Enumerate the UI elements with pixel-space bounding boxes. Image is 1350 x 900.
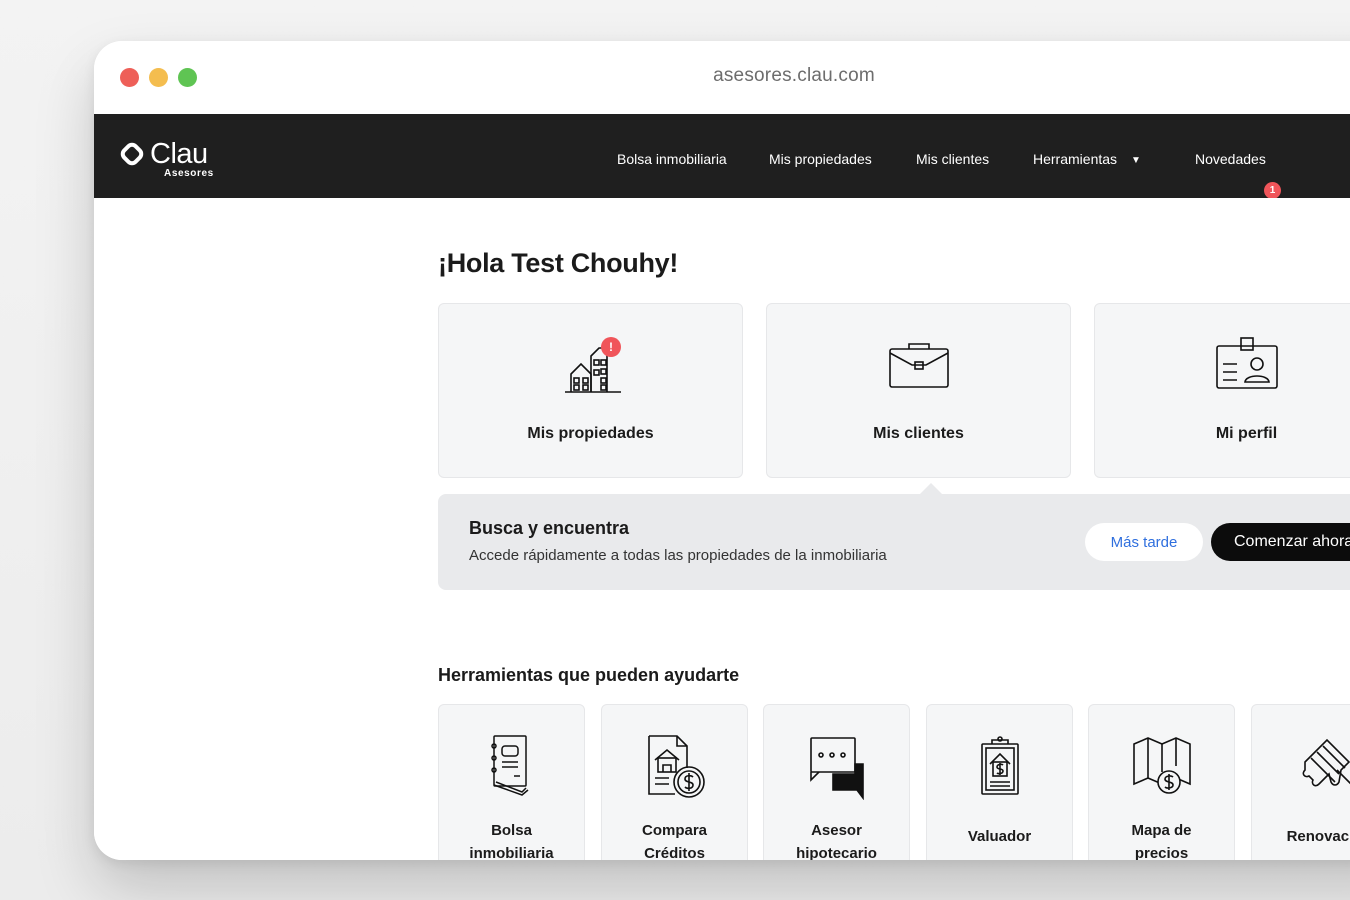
maximize-window-button[interactable] [178, 68, 197, 87]
banner-pointer [920, 483, 942, 494]
tool-label: inmobiliaria [469, 845, 554, 860]
card-label: Mis propiedades [527, 425, 654, 442]
tool-label: Mapa de [1131, 822, 1192, 839]
browser-window: asesores.clau.com Clau Asesores Bolsa in… [94, 41, 1350, 860]
card-mis-clientes[interactable]: Mis clientes [766, 303, 1071, 478]
credit-compare-icon [647, 735, 705, 798]
tool-renovacion[interactable]: Renovacio [1251, 704, 1350, 860]
novedades-badge: 1 [1264, 182, 1281, 199]
brand-subtitle: Asesores [164, 168, 214, 179]
paint-brush-icon [1302, 738, 1350, 787]
tool-compara-creditos[interactable]: Compara Créditos [601, 704, 748, 860]
briefcase-icon [888, 343, 949, 388]
tool-mapa-de-precios[interactable]: Mapa de precios [1088, 704, 1235, 860]
brand-name: Clau [150, 138, 208, 170]
nav-mis-propiedades[interactable]: Mis propiedades [769, 151, 872, 167]
notebook-icon [490, 735, 528, 796]
minimize-window-button[interactable] [149, 68, 168, 87]
top-navigation: Clau Asesores Bolsa inmobiliaria Mis pro… [94, 114, 1350, 199]
tool-valuador[interactable]: Valuador [926, 704, 1073, 860]
card-mis-propiedades[interactable]: ! Mis propiedades [438, 303, 743, 478]
card-label: Mi perfil [1215, 425, 1278, 442]
card-mi-perfil[interactable]: Mi perfil [1094, 303, 1350, 478]
id-badge-icon [1215, 337, 1278, 389]
chat-bubbles-icon [809, 737, 864, 800]
tool-label: precios [1134, 845, 1189, 860]
tools-section-title: Herramientas que pueden ayudarte [438, 665, 740, 685]
caret-down-icon: ▼ [1131, 155, 1141, 166]
nav-mis-clientes[interactable]: Mis clientes [916, 151, 989, 167]
tool-label: Asesor [811, 822, 862, 839]
price-map-icon [1132, 737, 1191, 794]
nav-herramientas[interactable]: Herramientas ▼ [1033, 151, 1141, 167]
brand-logo[interactable]: Clau Asesores [117, 138, 230, 182]
logo-mark-icon [117, 139, 147, 169]
onboarding-banner: Busca y encuentra Accede rápidamente a t… [438, 494, 1350, 590]
clipboard-dollar-icon [980, 736, 1019, 795]
main-content: ¡Hola Test Chouhy! ! Mis propiedades Mis… [94, 198, 1350, 860]
start-now-button[interactable]: Comenzar ahora [1211, 523, 1350, 561]
tool-label: hipotecario [796, 845, 877, 860]
tool-label: Renovacio [1286, 828, 1350, 845]
properties-alert-badge: ! [601, 337, 621, 357]
nav-novedades[interactable]: Novedades [1195, 151, 1266, 167]
tool-asesor-hipotecario[interactable]: Asesor hipotecario [763, 704, 910, 860]
later-button[interactable]: Más tarde [1085, 523, 1203, 561]
address-bar[interactable]: asesores.clau.com [669, 65, 919, 87]
browser-titlebar: asesores.clau.com [94, 41, 1350, 114]
nav-herramientas-label: Herramientas [1033, 151, 1118, 167]
card-label: Mis clientes [873, 425, 964, 442]
tool-bolsa-inmobiliaria[interactable]: Bolsa inmobiliaria [438, 704, 585, 860]
tool-label: Valuador [967, 828, 1032, 845]
page-greeting: ¡Hola Test Chouhy! [438, 248, 679, 278]
nav-bolsa-inmobiliaria[interactable]: Bolsa inmobiliaria [617, 151, 727, 167]
tool-label: Compara [641, 822, 708, 839]
tool-label: Créditos [644, 845, 705, 860]
banner-title: Busca y encuentra [469, 518, 630, 538]
tool-label: Bolsa [491, 822, 532, 839]
close-window-button[interactable] [120, 68, 139, 87]
banner-description: Accede rápidamente a todas las propiedad… [469, 547, 887, 564]
